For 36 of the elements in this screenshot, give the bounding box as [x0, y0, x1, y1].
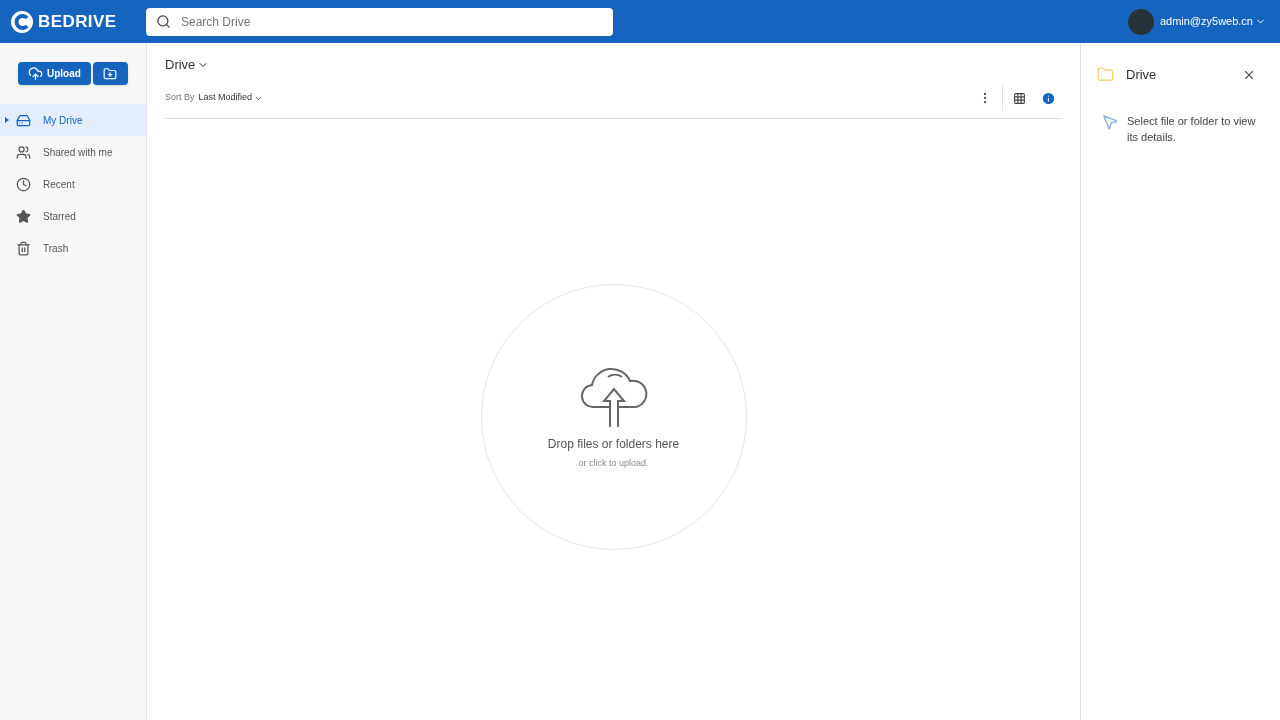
sidebar-label: Starred [43, 209, 76, 224]
sidebar-label: My Drive [43, 113, 83, 128]
caret-icon [5, 117, 9, 123]
shared-icon [16, 144, 31, 160]
sort-dropdown[interactable]: Last Modified [198, 91, 264, 105]
sidebar-label: Trash [43, 241, 69, 256]
new-folder-button[interactable] [92, 62, 128, 85]
upload-button[interactable]: Upload [18, 62, 91, 85]
trash-icon [16, 240, 31, 256]
sidebar-label: Recent [43, 177, 75, 192]
panel-title: Drive [1126, 66, 1158, 84]
search-field[interactable]: Search Drive [146, 7, 613, 36]
sidebar-item[interactable]: Recent [0, 168, 146, 200]
panel-message: Select file or folder to view its details. [1127, 113, 1257, 145]
drop-subtitle: or click to upload. [578, 456, 649, 470]
folder-icon [1097, 66, 1114, 84]
sidebar-item[interactable]: Starred [0, 200, 146, 232]
sort-label: Sort By [165, 91, 195, 105]
sidebar-item[interactable]: My Drive [0, 104, 146, 136]
logo-icon [10, 9, 34, 34]
info-icon[interactable] [1041, 90, 1056, 106]
user-menu-button[interactable]: admin@zy5web.cn [1159, 13, 1266, 30]
sidebar-label: Shared with me [43, 145, 113, 160]
folder-plus-icon [103, 66, 118, 81]
drop-title: Drop files or folders here [547, 435, 680, 453]
pointer-icon [1101, 112, 1119, 131]
starred-icon [16, 208, 31, 224]
sidebar-item[interactable]: Shared with me [0, 136, 146, 168]
drive-icon [16, 112, 31, 128]
logo-text: BEDRIVE [38, 10, 117, 33]
sidebar-item[interactable]: Trash [0, 232, 146, 264]
breadcrumb-button[interactable]: Drive [165, 55, 210, 75]
cloud-upload-icon [28, 66, 43, 81]
search-icon [156, 13, 171, 29]
recent-icon [16, 176, 31, 192]
grid-view-icon[interactable] [1013, 91, 1026, 105]
